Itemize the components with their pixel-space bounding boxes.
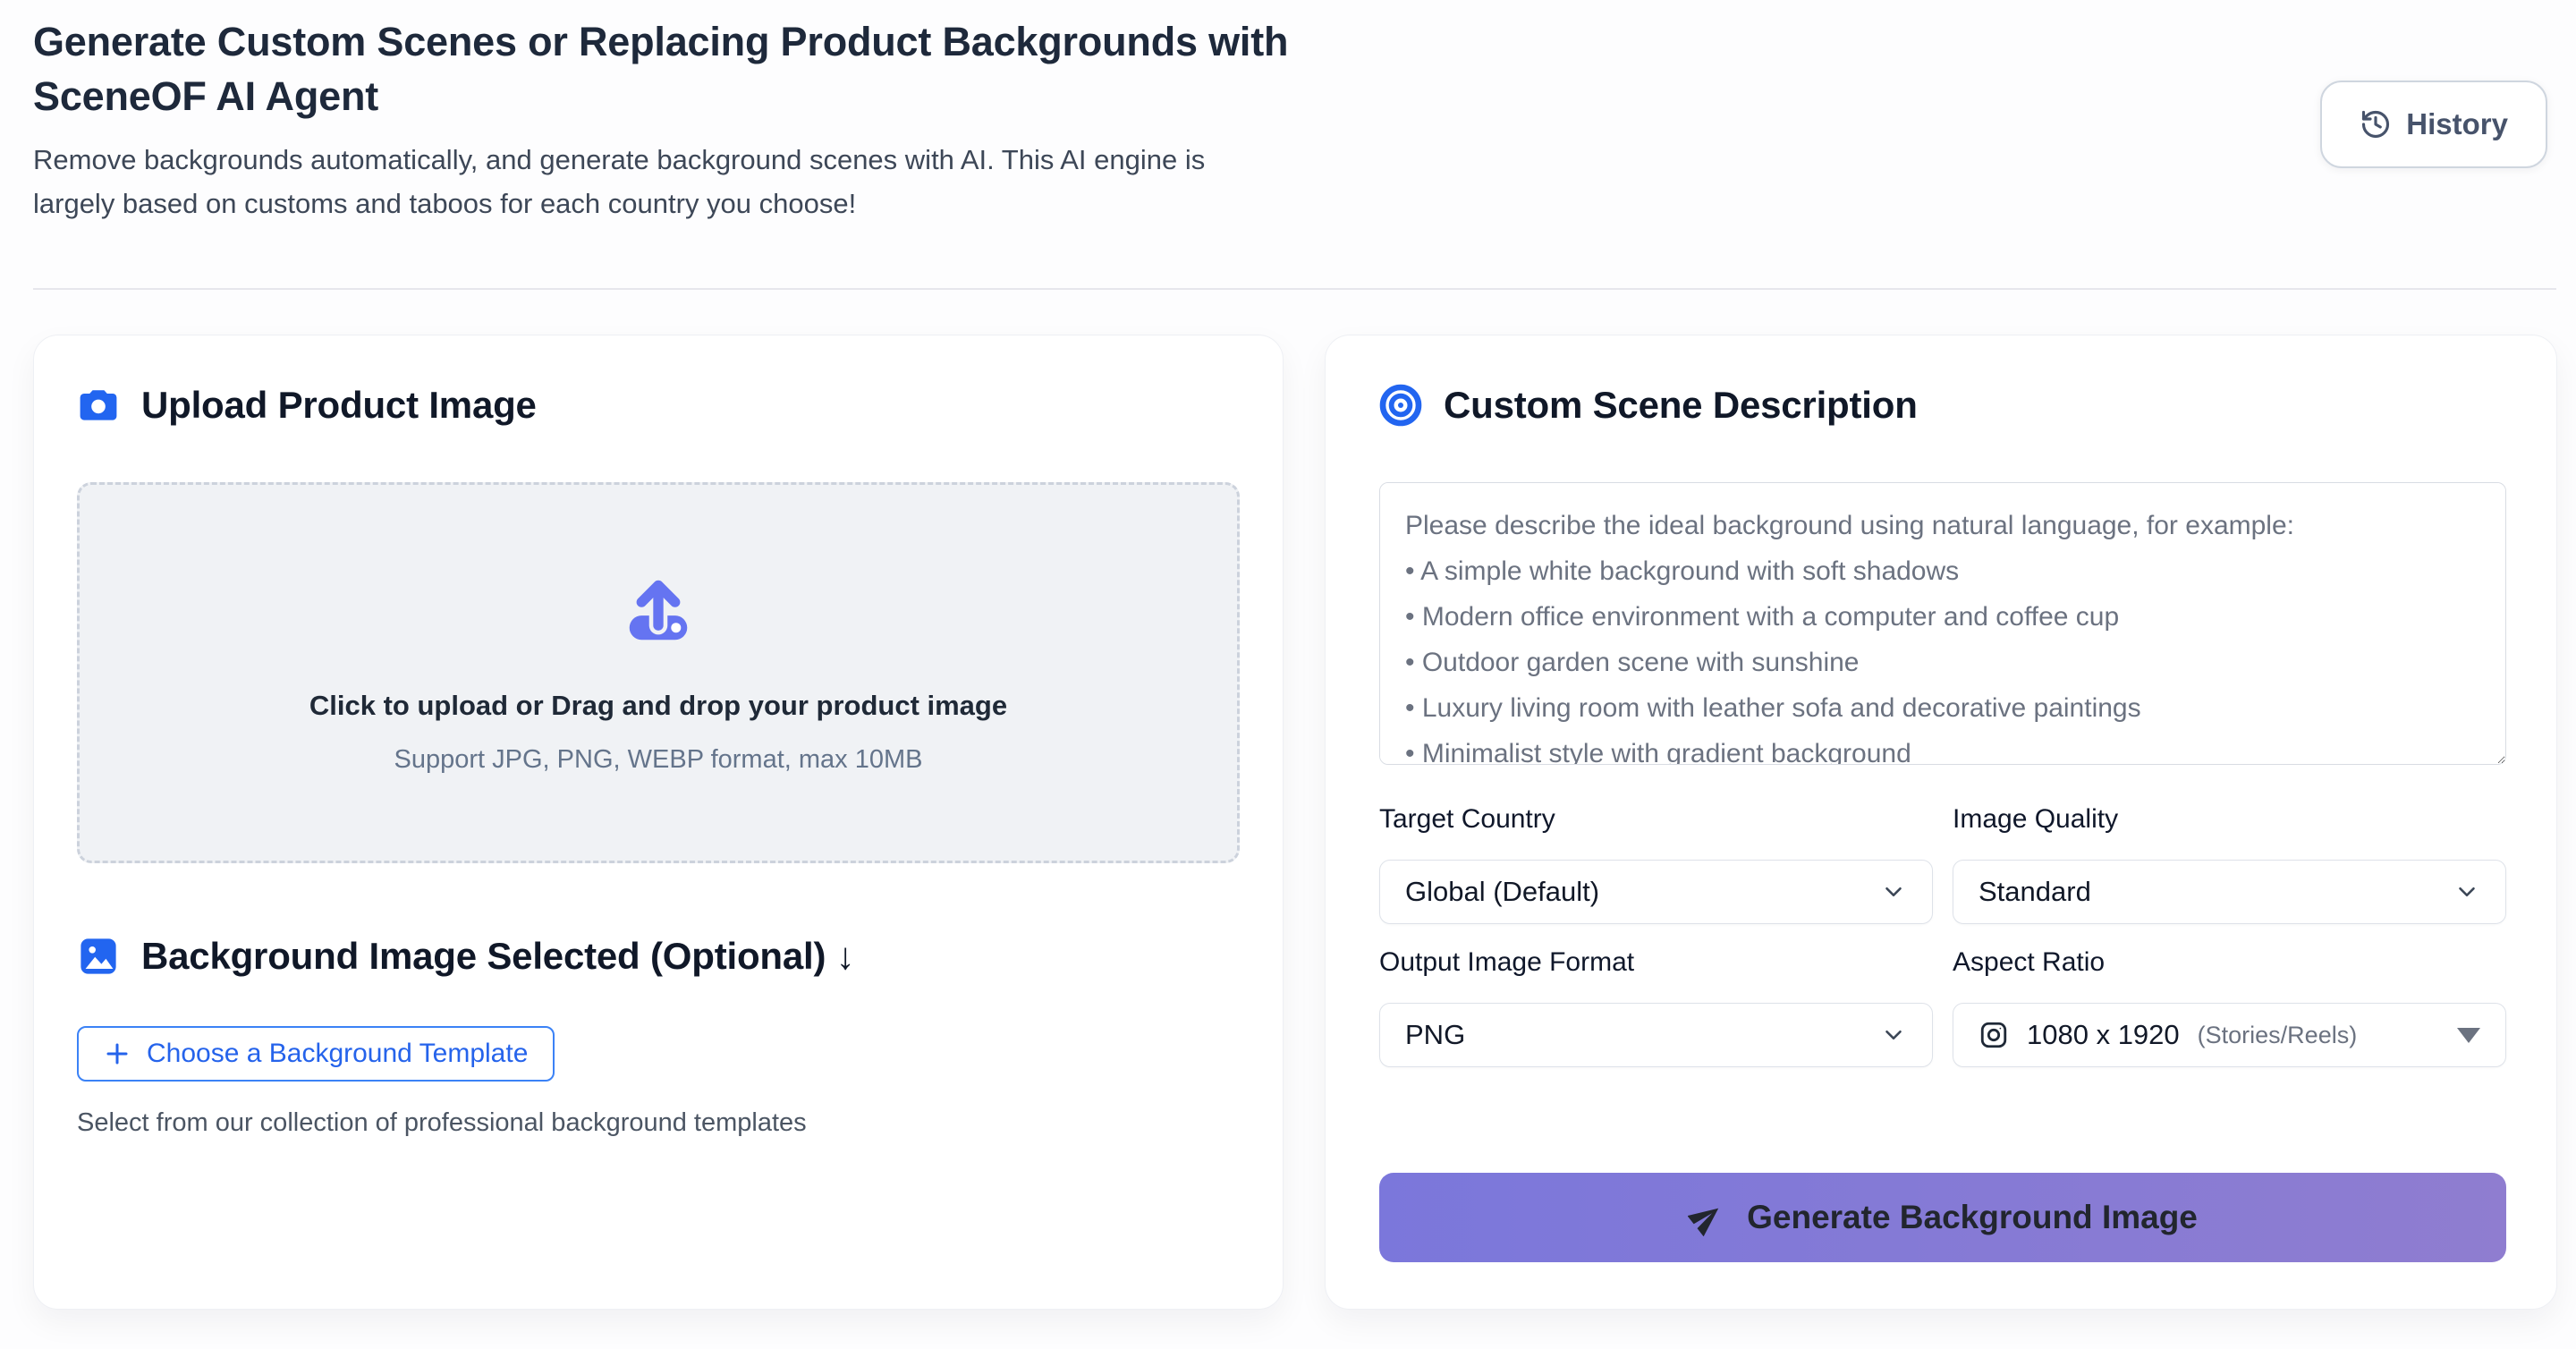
image-quality-field: Image Quality Standard	[1953, 804, 2506, 924]
chevron-down-icon	[1880, 1022, 1907, 1048]
upload-card: Upload Product Image Click to upload or …	[33, 335, 1284, 1310]
scene-card-header: Custom Scene Description	[1379, 384, 2506, 427]
image-quality-select[interactable]: Standard	[1953, 860, 2506, 924]
main-cards: Upload Product Image Click to upload or …	[33, 335, 2556, 1310]
page-header: Generate Custom Scenes or Replacing Prod…	[33, 14, 2556, 225]
aspect-ratio-select[interactable]: 1080 x 1920 (Stories/Reels)	[1953, 1003, 2506, 1067]
output-format-field: Output Image Format PNG	[1379, 947, 1933, 1067]
target-country-label: Target Country	[1379, 804, 1933, 835]
generate-button-label: Generate Background Image	[1747, 1199, 2198, 1236]
aspect-ratio-field: Aspect Ratio 1080 x 1920 (S	[1953, 947, 2506, 1067]
upload-dropzone[interactable]: Click to upload or Drag and drop your pr…	[77, 482, 1240, 863]
aspect-ratio-label: Aspect Ratio	[1953, 947, 2506, 978]
choose-template-label: Choose a Background Template	[147, 1039, 528, 1069]
instagram-icon	[1979, 1020, 2009, 1050]
image-icon	[77, 935, 120, 978]
target-country-field: Target Country Global (Default)	[1379, 804, 1933, 924]
scene-card-title: Custom Scene Description	[1444, 384, 1918, 427]
background-section-header: Background Image Selected (Optional) ↓	[77, 935, 1240, 978]
history-icon	[2360, 108, 2392, 140]
generate-background-button[interactable]: Generate Background Image	[1379, 1173, 2506, 1262]
upload-card-header: Upload Product Image	[77, 384, 1240, 427]
target-country-select[interactable]: Global (Default)	[1379, 860, 1933, 924]
chevron-down-icon	[1880, 878, 1907, 905]
history-button[interactable]: History	[2320, 81, 2547, 168]
caret-down-icon	[2457, 1028, 2480, 1043]
page-title: Generate Custom Scenes or Replacing Prod…	[33, 14, 1348, 123]
image-quality-label: Image Quality	[1953, 804, 2506, 835]
history-button-label: History	[2406, 107, 2508, 141]
scene-description-input[interactable]	[1379, 482, 2506, 765]
send-icon	[1688, 1199, 1725, 1236]
camera-icon	[77, 384, 120, 427]
choose-template-button[interactable]: Choose a Background Template	[77, 1026, 555, 1082]
upload-card-title: Upload Product Image	[141, 384, 537, 427]
header-text: Generate Custom Scenes or Replacing Prod…	[33, 14, 1348, 225]
output-format-label: Output Image Format	[1379, 947, 1933, 978]
aspect-ratio-value-group: 1080 x 1920 (Stories/Reels)	[1979, 1019, 2357, 1051]
header-divider	[33, 288, 2556, 290]
dropzone-main-text: Click to upload or Drag and drop your pr…	[309, 690, 1007, 722]
template-caption: Select from our collection of profession…	[77, 1108, 1240, 1138]
aspect-ratio-hint: (Stories/Reels)	[2198, 1022, 2358, 1049]
plus-icon	[104, 1040, 131, 1067]
dropzone-sub-text: Support JPG, PNG, WEBP format, max 10MB	[394, 745, 923, 775]
target-icon	[1379, 384, 1422, 427]
output-format-value: PNG	[1405, 1019, 1465, 1051]
scene-card: Custom Scene Description Target Country …	[1325, 335, 2557, 1310]
aspect-ratio-value: 1080 x 1920	[2027, 1019, 2180, 1051]
target-country-value: Global (Default)	[1405, 876, 1599, 908]
page-subtitle: Remove backgrounds automatically, and ge…	[33, 138, 1294, 225]
output-format-select[interactable]: PNG	[1379, 1003, 1933, 1067]
image-quality-value: Standard	[1979, 876, 2091, 908]
upload-icon	[619, 572, 698, 650]
background-section-title: Background Image Selected (Optional) ↓	[141, 935, 855, 978]
page: Generate Custom Scenes or Replacing Prod…	[0, 0, 2576, 1310]
chevron-down-icon	[2453, 878, 2480, 905]
option-fields: Target Country Global (Default) Image Qu…	[1379, 804, 2506, 1067]
